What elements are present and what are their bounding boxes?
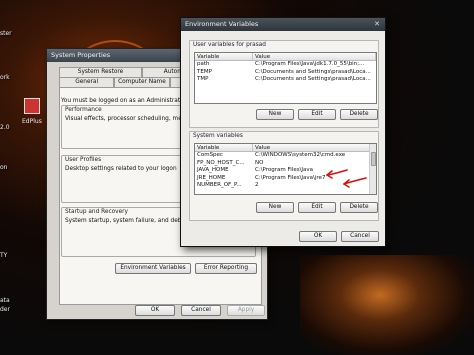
close-icon[interactable]: ✕ bbox=[371, 19, 383, 29]
performance-text: Visual effects, processor scheduling, me… bbox=[65, 116, 197, 122]
user-profiles-title: User Profiles bbox=[65, 157, 102, 163]
list-item[interactable]: TEMP C:\Documents and Settings\prasad\Lo… bbox=[195, 69, 376, 77]
variable-name: path bbox=[197, 61, 210, 67]
list-item[interactable]: JRE_HOME C:\Program Files\Java\jre7 bbox=[195, 175, 376, 183]
list-item[interactable]: path C:\Program Files\Java\jdk1.7.0_55\b… bbox=[195, 61, 376, 69]
variable-name: TEMP bbox=[197, 68, 212, 75]
user-edit-button[interactable]: Edit bbox=[298, 109, 336, 120]
variable-value: NO bbox=[255, 159, 264, 166]
user-new-button[interactable]: New bbox=[256, 109, 294, 120]
tab-computer-name[interactable]: Computer Name bbox=[114, 77, 170, 87]
variable-name: FP_NO_HOST_C... bbox=[197, 159, 245, 166]
user-variables-group: User variables for prasad Variable Value… bbox=[189, 40, 379, 128]
variable-value: C:\Documents and Settings\prasad\Loca... bbox=[255, 68, 371, 75]
variable-value: C:\Program Files\Java\jdk1.7.0_55\bin;..… bbox=[255, 61, 365, 67]
variable-value: 2 bbox=[255, 182, 259, 188]
list-item[interactable]: JAVA_HOME C:\Program Files\Java bbox=[195, 167, 376, 175]
list-item[interactable]: TMP C:\Documents and Settings\prasad\Loc… bbox=[195, 76, 376, 84]
list-header: Variable Value bbox=[195, 53, 376, 61]
environment-variables-button[interactable]: Environment Variables bbox=[115, 263, 191, 274]
variable-name: NUMBER_OF_P... bbox=[197, 182, 242, 188]
list-item[interactable]: NUMBER_OF_P... 2 bbox=[195, 182, 376, 190]
desktop-label[interactable]: ork bbox=[0, 74, 10, 81]
system-variables-list[interactable]: Variable Value ComSpec C:\WINDOWS\system… bbox=[194, 143, 377, 195]
desktop-label[interactable]: 2.0 bbox=[0, 124, 10, 131]
list-header: Variable Value bbox=[195, 144, 376, 152]
column-header-value[interactable]: Value bbox=[253, 144, 376, 151]
column-header-value[interactable]: Value bbox=[253, 53, 376, 60]
tab-system-restore[interactable]: System Restore bbox=[59, 67, 142, 77]
variable-name: JRE_HOME bbox=[197, 174, 226, 181]
apply-button[interactable]: Apply bbox=[227, 305, 265, 316]
scrollbar-thumb[interactable] bbox=[371, 152, 376, 166]
desktop-icon-label[interactable]: EdPlus bbox=[22, 118, 42, 125]
desktop-floor-glow bbox=[300, 255, 474, 355]
dialog-title[interactable]: Environment Variables bbox=[181, 18, 385, 31]
list-item[interactable]: FP_NO_HOST_C... NO bbox=[195, 160, 376, 168]
desktop-label[interactable]: TY bbox=[0, 252, 7, 259]
desktop-label[interactable]: on bbox=[0, 164, 7, 171]
system-variables-title: System variables bbox=[193, 133, 243, 139]
performance-title: Performance bbox=[65, 107, 102, 113]
error-reporting-button[interactable]: Error Reporting bbox=[195, 263, 257, 274]
env-cancel-button[interactable]: Cancel bbox=[341, 231, 379, 242]
variable-value: C:\Program Files\Java bbox=[255, 167, 314, 173]
user-variables-list[interactable]: Variable Value path C:\Program Files\Jav… bbox=[194, 52, 377, 104]
system-edit-button[interactable]: Edit bbox=[298, 202, 336, 213]
variable-value: C:\Program Files\Java\jre7 bbox=[255, 174, 326, 181]
desktop-label[interactable]: ata bbox=[0, 297, 10, 304]
cancel-button[interactable]: Cancel bbox=[181, 305, 221, 316]
user-delete-button[interactable]: Delete bbox=[340, 109, 378, 120]
tab-general[interactable]: General bbox=[59, 77, 115, 87]
column-header-variable[interactable]: Variable bbox=[195, 53, 253, 60]
system-variables-group: System variables Variable Value ComSpec … bbox=[189, 131, 379, 221]
column-header-variable[interactable]: Variable bbox=[195, 144, 253, 151]
variable-name: TMP bbox=[197, 76, 209, 82]
user-variables-title: User variables for prasad bbox=[193, 42, 266, 48]
user-profiles-text: Desktop settings related to your logon bbox=[65, 166, 177, 172]
vertical-scrollbar[interactable] bbox=[369, 144, 376, 194]
startup-recovery-title: Startup and Recovery bbox=[65, 209, 128, 215]
environment-variables-dialog: Environment Variables ✕ User variables f… bbox=[180, 17, 386, 247]
admin-message: You must be logged on as an Administrato… bbox=[61, 98, 194, 104]
desktop-label[interactable]: ster bbox=[0, 30, 12, 37]
ok-button[interactable]: OK bbox=[135, 305, 175, 316]
variable-value: C:\WINDOWS\system32\cmd.exe bbox=[255, 152, 346, 158]
list-item[interactable]: ComSpec C:\WINDOWS\system32\cmd.exe bbox=[195, 152, 376, 160]
system-new-button[interactable]: New bbox=[256, 202, 294, 213]
variable-name: ComSpec bbox=[197, 152, 223, 158]
variable-name: JAVA_HOME bbox=[197, 167, 229, 173]
system-delete-button[interactable]: Delete bbox=[340, 202, 378, 213]
desktop-label[interactable]: der bbox=[0, 306, 10, 313]
variable-value: C:\Documents and Settings\prasad\Loca... bbox=[255, 76, 371, 82]
env-ok-button[interactable]: OK bbox=[299, 231, 337, 242]
edplus-app-icon[interactable] bbox=[24, 98, 40, 114]
